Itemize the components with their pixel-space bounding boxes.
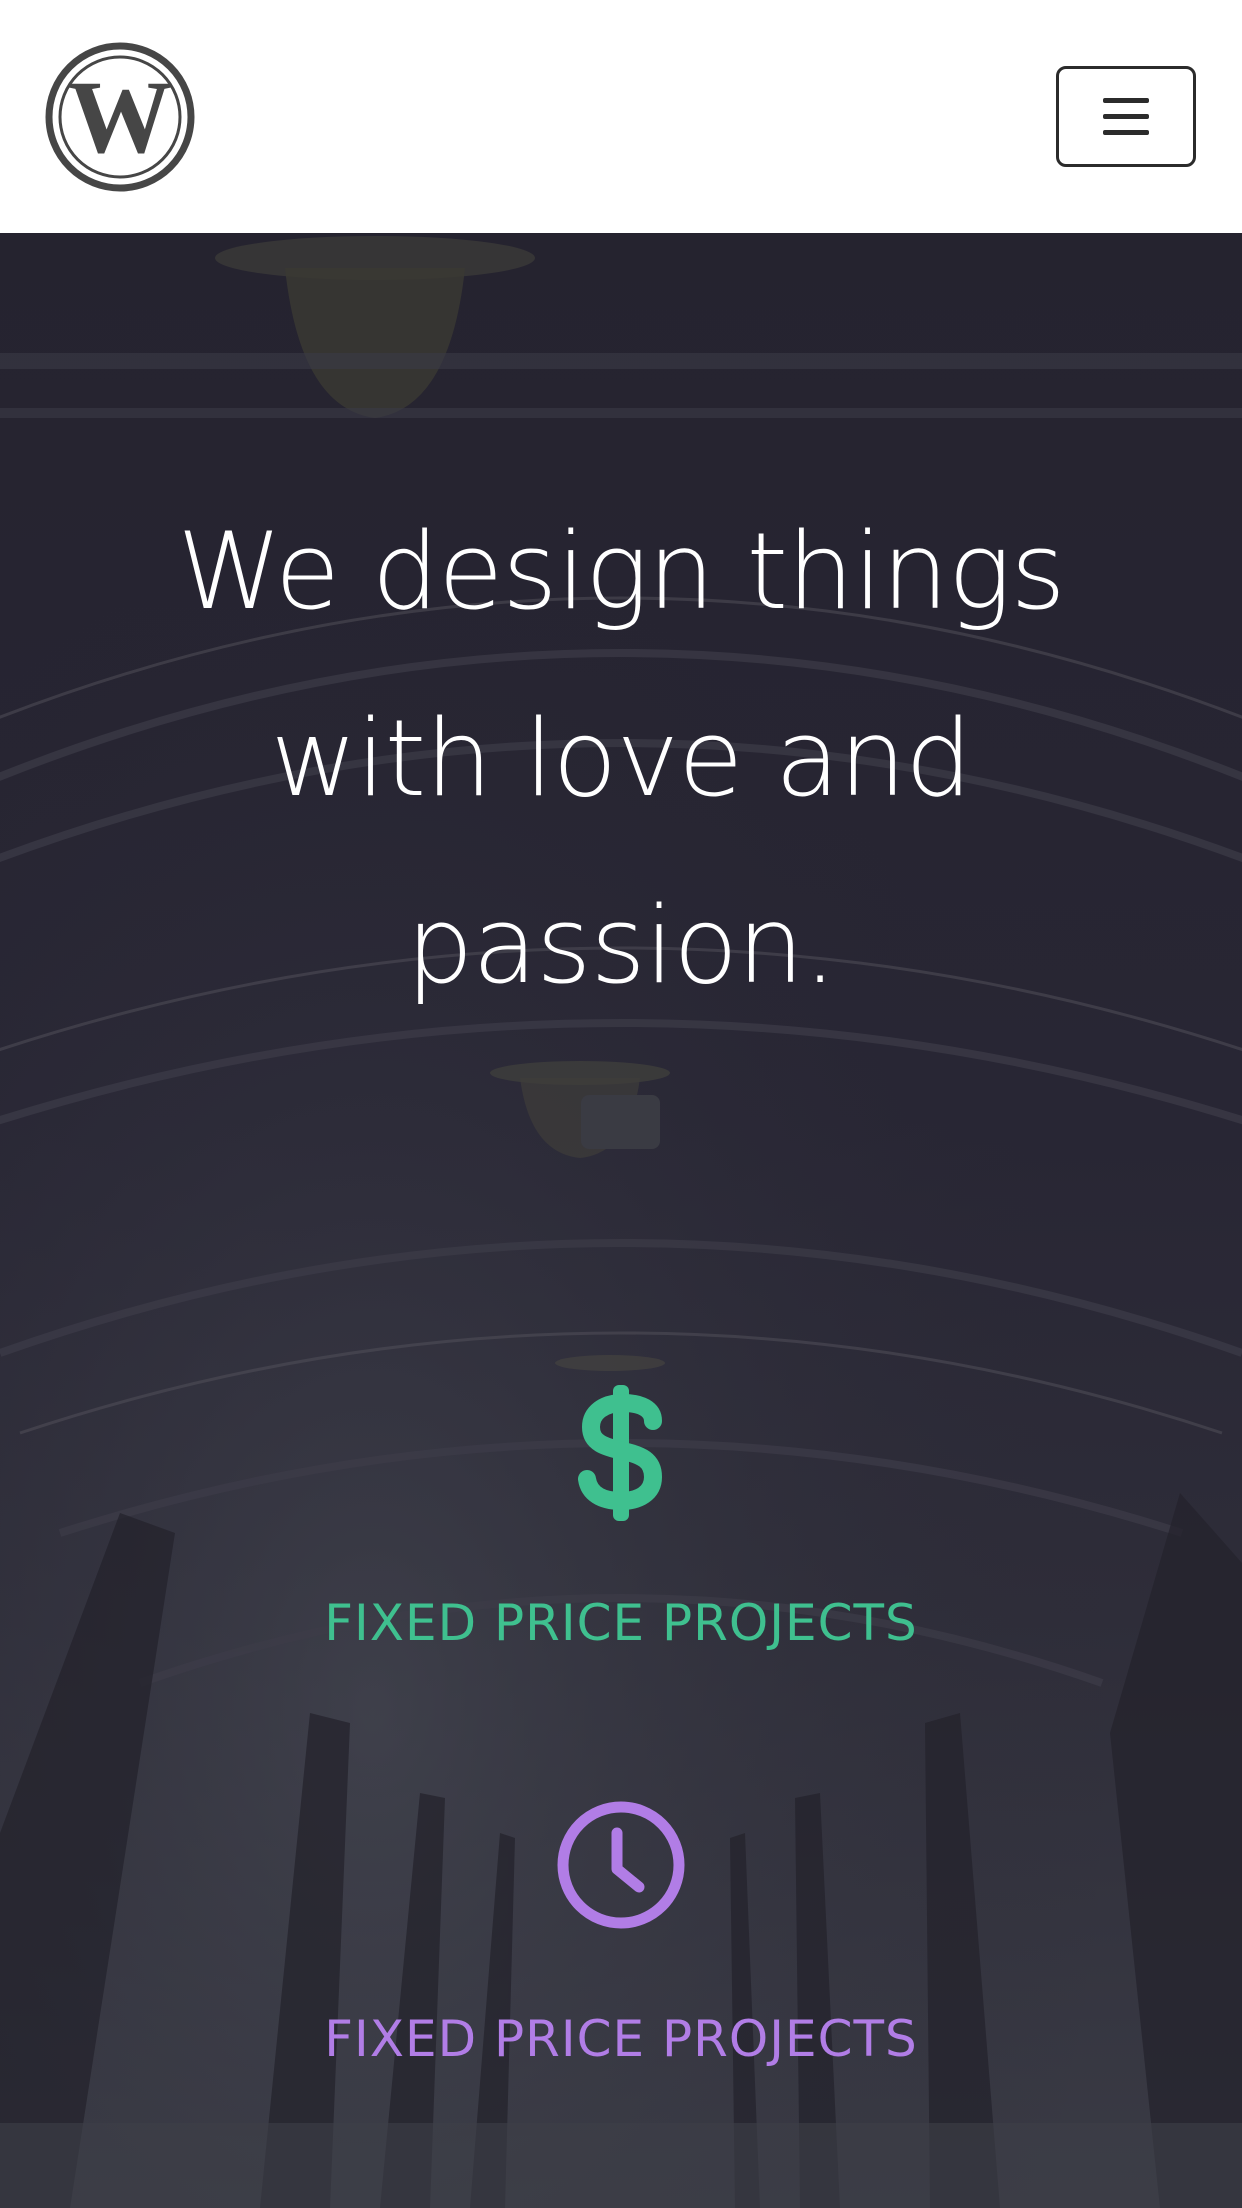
- menu-button[interactable]: [1056, 66, 1196, 167]
- feature-label-fixed-price-2: FIXED PRICE PROJECTS: [324, 2010, 918, 2068]
- hamburger-menu-icon: [1103, 97, 1149, 135]
- wordpress-logo-icon[interactable]: W: [44, 41, 196, 193]
- hero-badge: [581, 1095, 660, 1149]
- hero-headline: We design things with love and passion.: [177, 510, 1065, 1007]
- hero-section: We design things with love and passion. …: [0, 233, 1242, 2208]
- site-header: W: [0, 0, 1242, 233]
- clock-icon: [557, 1801, 685, 1929]
- feature-label-fixed-price: FIXED PRICE PROJECTS: [324, 1594, 918, 1652]
- dollar-icon: [578, 1385, 663, 1521]
- svg-text:W: W: [68, 60, 172, 175]
